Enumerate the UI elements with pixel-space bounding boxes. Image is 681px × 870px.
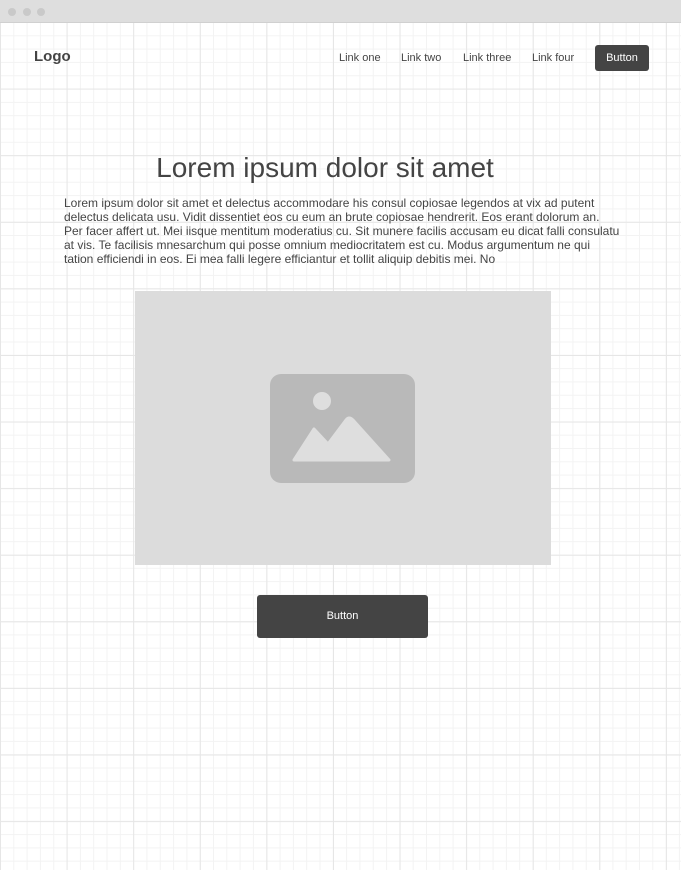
header-button[interactable]: Button <box>595 45 649 71</box>
nav-link-four[interactable]: Link four <box>532 52 574 64</box>
logo[interactable]: Logo <box>34 48 71 65</box>
window-control-dot[interactable] <box>23 8 31 16</box>
window-control-dot[interactable] <box>37 8 45 16</box>
page-headline: Lorem ipsum dolor sit amet <box>156 152 494 183</box>
image-placeholder-icon <box>270 374 415 483</box>
primary-button[interactable]: Button <box>257 595 428 638</box>
nav-link-two[interactable]: Link two <box>401 52 441 64</box>
window-titlebar <box>0 0 681 23</box>
image-placeholder <box>135 291 551 565</box>
intro-paragraph: Lorem ipsum dolor sit amet et delectus a… <box>64 196 620 266</box>
nav-link-three[interactable]: Link three <box>463 52 511 64</box>
nav-link-one[interactable]: Link one <box>339 52 381 64</box>
window-control-dot[interactable] <box>8 8 16 16</box>
